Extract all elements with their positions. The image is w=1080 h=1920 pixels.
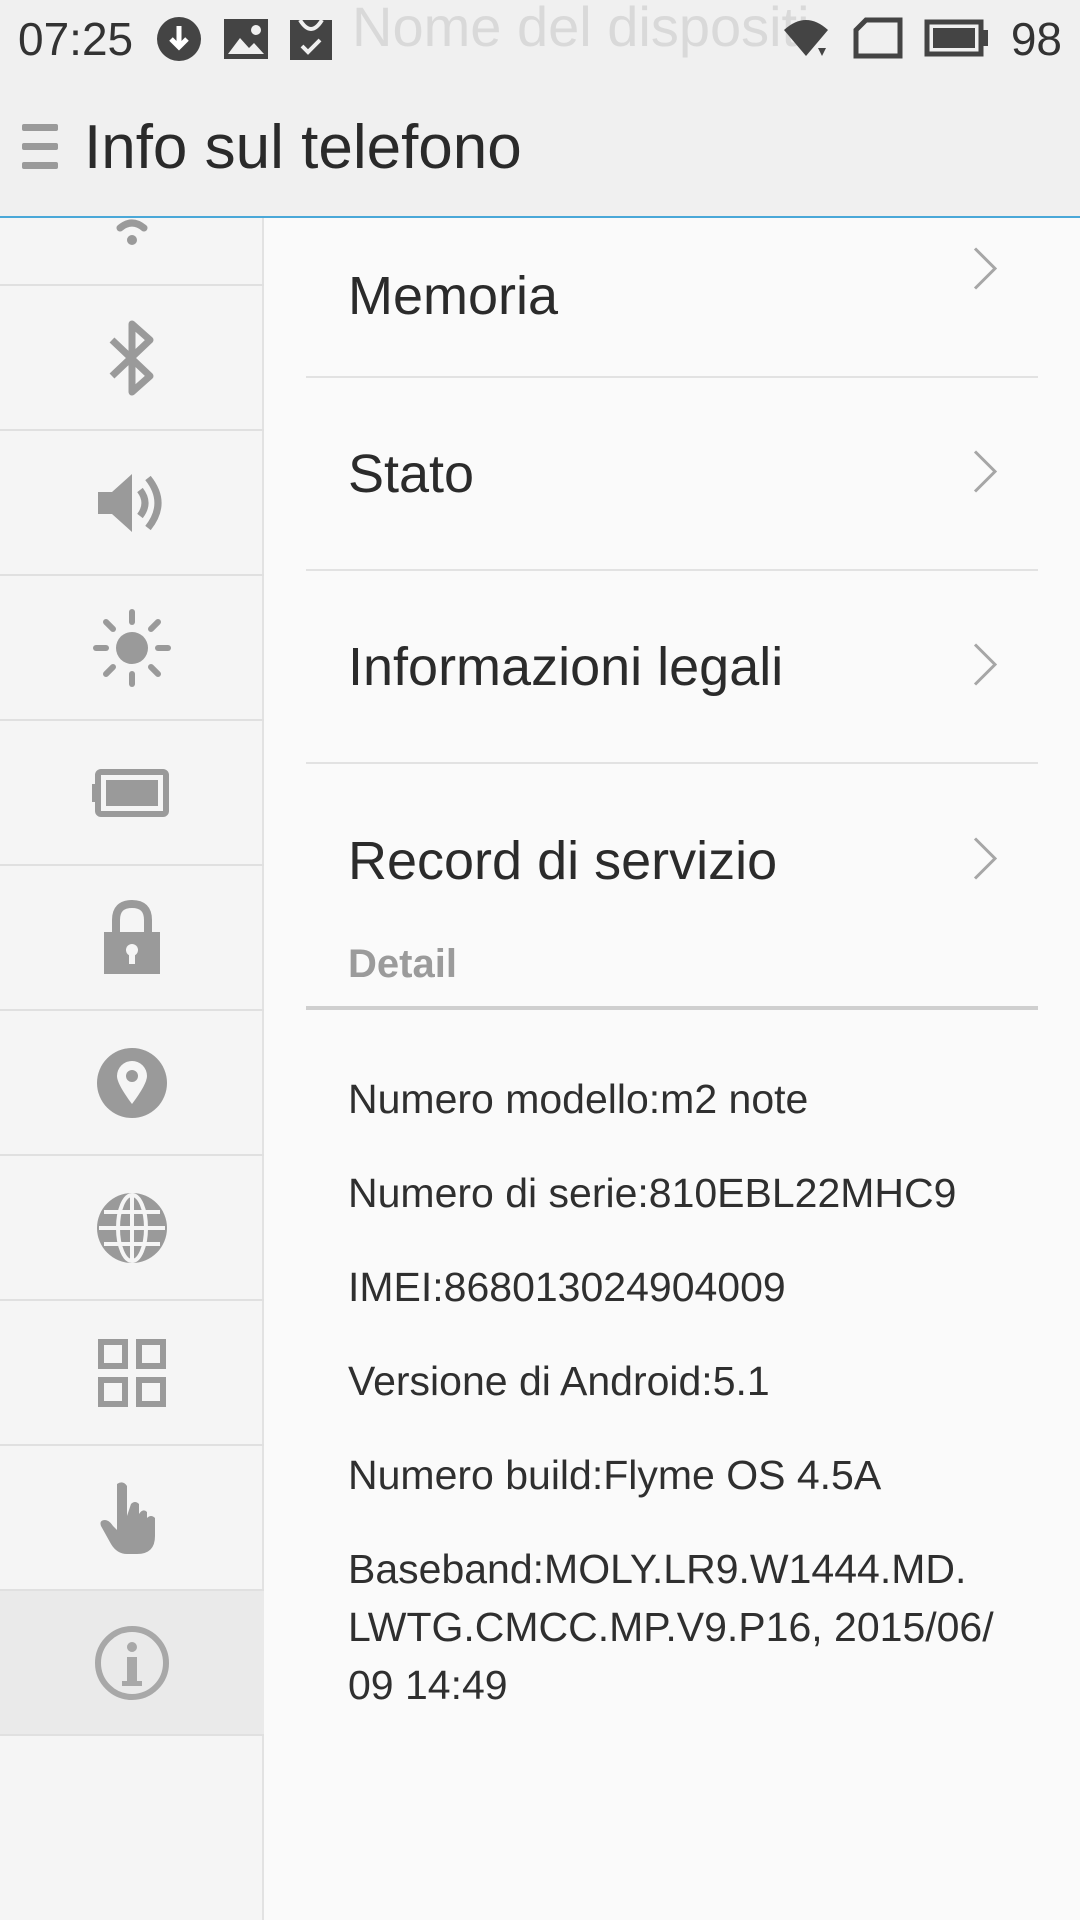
settings-rail — [0, 181, 264, 1920]
globe-icon — [94, 1190, 170, 1266]
download-icon — [156, 16, 202, 67]
shopping-bag-icon — [288, 16, 334, 67]
rail-item-bluetooth[interactable] — [0, 286, 264, 431]
menu-item-label: Record di servizio — [348, 830, 778, 891]
menu-item-record-di-servizio[interactable]: Record di servizio — [306, 764, 1038, 957]
lock-icon — [100, 898, 164, 978]
menu-item-label: Informazioni legali — [348, 636, 784, 697]
status-bar: 07:25 98 — [0, 0, 1080, 80]
detail-line-build: Numero build:Flyme OS 4.5A — [348, 1452, 882, 1498]
rail-item-security[interactable] — [0, 866, 264, 1011]
detail-line-imei: IMEI:868013024904009 — [348, 1264, 786, 1310]
image-icon — [222, 16, 270, 67]
rail-item-apps[interactable] — [0, 1301, 264, 1446]
sim-icon — [852, 16, 904, 65]
menu-item-label: Stato — [348, 443, 475, 504]
top-bar: Nome del dispositi 07:25 98 Info sul tel… — [0, 0, 1080, 218]
info-icon — [94, 1625, 170, 1701]
detail-line-model: Numero modello:m2 note — [348, 1076, 809, 1122]
rail-item-battery[interactable] — [0, 721, 264, 866]
status-time: 07:25 — [18, 13, 134, 65]
rail-item-about[interactable] — [0, 1591, 264, 1736]
battery-icon — [924, 16, 990, 65]
location-icon — [95, 1046, 169, 1120]
battery-icon — [92, 768, 172, 818]
rail-item-gestures[interactable] — [0, 1446, 264, 1591]
menu-item-informazioni-legali[interactable]: Informazioni legali — [306, 571, 1038, 764]
speaker-icon — [94, 468, 170, 538]
page-title: Info sul telefono — [84, 113, 522, 182]
rail-item-location[interactable] — [0, 1011, 264, 1156]
chevron-right-icon — [972, 245, 998, 296]
hand-icon — [97, 1478, 167, 1558]
detail-line-android-version: Versione di Android:5.1 — [348, 1358, 770, 1404]
section-divider — [306, 1006, 1038, 1010]
menu-item-label: Memoria — [348, 265, 559, 326]
rail-item-display[interactable] — [0, 576, 264, 721]
menu-icon[interactable] — [22, 124, 58, 172]
wifi-icon — [780, 16, 832, 65]
detail-line-serial: Numero di serie:810EBL22MHC9 — [348, 1170, 957, 1216]
brightness-icon — [92, 608, 172, 688]
bluetooth-icon — [104, 318, 160, 398]
section-title-detail: Detail — [348, 942, 457, 986]
apps-grid-icon — [97, 1338, 167, 1408]
rail-item-sound[interactable] — [0, 431, 264, 576]
chevron-right-icon — [972, 835, 998, 886]
rail-item-language[interactable] — [0, 1156, 264, 1301]
menu-item-stato[interactable]: Stato — [306, 378, 1038, 571]
detail-line-baseband: Baseband:MOLY.LR9.W1444.MD. LWTG.CMCC.MP… — [348, 1546, 994, 1708]
chevron-right-icon — [972, 448, 998, 499]
chevron-right-icon — [972, 641, 998, 692]
battery-percent: 98 — [1010, 13, 1062, 65]
